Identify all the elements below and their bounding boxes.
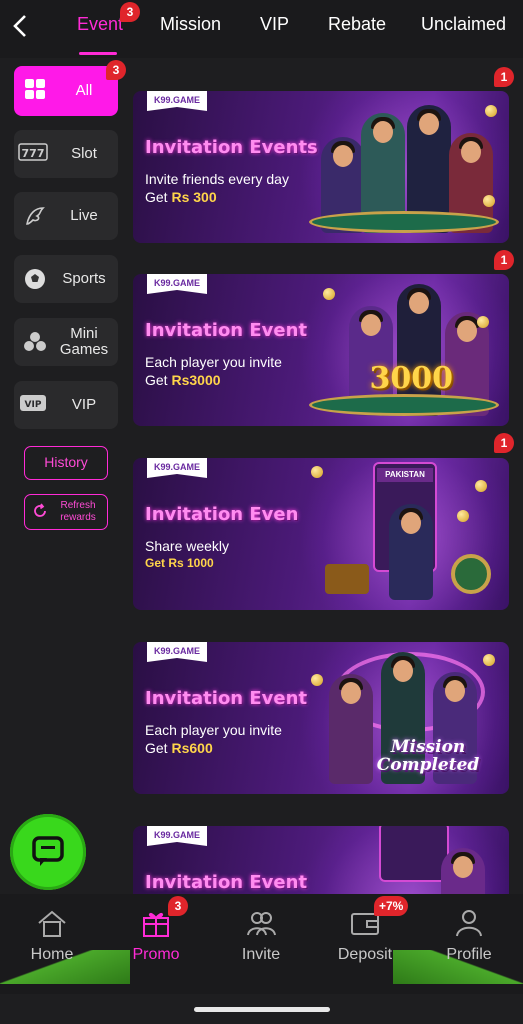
nav-label: Deposit	[337, 946, 393, 963]
tab-vip[interactable]: VIP	[260, 14, 289, 35]
nav-label: Invite	[241, 946, 281, 963]
nav-home[interactable]: Home	[2, 894, 102, 984]
banner-badge: 1	[494, 250, 514, 270]
banner-artwork: PAKISTAN	[309, 460, 499, 600]
tab-unclaimed[interactable]: Unclaimed	[421, 14, 506, 35]
nav-promo[interactable]: Promo	[106, 894, 206, 984]
promo-banner-invitation-events[interactable]: K99.GAME Invitation Events Invite friend…	[133, 91, 509, 243]
banner-art-amount: 3000	[369, 361, 454, 396]
deposit-bonus-badge: +7%	[374, 896, 409, 916]
brand-tag: K99.GAME	[147, 642, 207, 662]
chat-support-button[interactable]	[10, 814, 86, 890]
sidebar-item-mini-games[interactable]: Mini Games	[14, 318, 118, 366]
banner-title: Invitation Event	[145, 872, 308, 893]
banner-subtitle: Each player you invite	[145, 722, 282, 738]
banner-reward: Get Rs600	[145, 740, 213, 756]
nav-profile[interactable]: Profile	[419, 894, 519, 984]
banner-artwork	[309, 93, 499, 233]
banner-title: Invitation Event	[145, 320, 308, 341]
refresh-icon	[25, 502, 49, 522]
sidebar-item-all[interactable]: All	[14, 66, 118, 116]
cards-icon	[22, 330, 48, 354]
sidebar-item-slot[interactable]: 777 Slot	[14, 130, 118, 178]
vip-card-icon: VIP	[18, 393, 48, 417]
promo-banner-invitation-event-5[interactable]: K99.GAME Invitation Event	[133, 826, 509, 894]
reward-amount: Rs3000	[171, 372, 221, 388]
event-badge: 3	[120, 2, 140, 22]
sidebar-item-label: Live	[70, 207, 98, 224]
brand-tag: K99.GAME	[147, 458, 207, 478]
soccer-ball-icon	[22, 267, 48, 291]
banner-reward: Get Rs3000	[145, 372, 221, 388]
chat-bubble-icon	[32, 836, 64, 866]
slot-machine-label: PAKISTAN	[377, 468, 433, 482]
banner-title: Invitation Event	[145, 688, 308, 709]
top-tab-bar: Event 3 Mission VIP Rebate Unclaimed	[0, 0, 523, 58]
refresh-rewards-button[interactable]: Refresh rewards	[24, 494, 108, 530]
tab-event[interactable]: Event	[77, 14, 123, 35]
reward-amount: Rs600	[171, 740, 213, 756]
home-icon	[38, 910, 66, 937]
banner-reward: Get Rs 1000	[145, 556, 214, 570]
bottom-navigation: Home Promo 3 Invite Deposit +7% Profile	[0, 894, 523, 994]
promo-banner-share-weekly[interactable]: K99.GAME Invitation Even Share weekly Ge…	[133, 458, 509, 610]
banner-subtitle: Invite friends every day	[145, 171, 289, 187]
mission-completed-art: Mission Completed	[376, 737, 480, 775]
sidebar-item-label: Sports	[62, 270, 106, 287]
sidebar-item-label: VIP	[71, 396, 97, 413]
people-icon	[247, 912, 276, 936]
promo-banner-invite-600[interactable]: K99.GAME Invitation Event Each player yo…	[133, 642, 509, 794]
nav-label: Home	[30, 946, 74, 963]
svg-text:VIP: VIP	[25, 400, 42, 410]
history-button[interactable]: History	[24, 446, 108, 480]
sidebar-item-vip[interactable]: VIP VIP	[14, 381, 118, 429]
banner-title: Invitation Events	[145, 137, 318, 158]
svg-text:777: 777	[22, 147, 45, 160]
brand-tag: K99.GAME	[147, 826, 207, 846]
reward-amount: Get Rs 1000	[145, 556, 214, 570]
promo-banner-invite-3000[interactable]: K99.GAME Invitation Event Each player yo…	[133, 274, 509, 426]
promo-badge: 3	[168, 896, 188, 916]
sidebar-item-label: Mini Games	[59, 325, 109, 358]
home-indicator	[194, 1007, 330, 1012]
banner-subtitle: Each player you invite	[145, 354, 282, 370]
refresh-rewards-label: Refresh rewards	[60, 500, 96, 523]
banner-badge: 1	[494, 433, 514, 453]
sidebar-item-sports[interactable]: Sports	[14, 255, 118, 303]
all-badge: 3	[106, 60, 126, 80]
tab-mission[interactable]: Mission	[160, 14, 221, 35]
reward-amount: Rs 300	[171, 189, 217, 205]
nav-invite[interactable]: Invite	[211, 894, 311, 984]
sidebar-item-label: All	[75, 82, 93, 99]
banner-title: Invitation Even	[145, 504, 299, 525]
grid-icon	[22, 78, 48, 102]
banner-subtitle: Share weekly	[145, 538, 230, 554]
slot-machine-art	[379, 826, 449, 882]
user-icon	[456, 910, 482, 937]
sidebar-item-label: Slot	[71, 145, 97, 162]
sidebar-item-live[interactable]: Live	[14, 192, 118, 240]
active-tab-indicator	[79, 52, 117, 55]
dragon-icon	[22, 204, 48, 228]
back-arrow-icon[interactable]	[10, 12, 38, 44]
nav-label: Promo	[132, 946, 180, 963]
brand-tag: K99.GAME	[147, 274, 207, 294]
banner-badge: 1	[494, 67, 514, 87]
banner-reward: Get Rs 300	[145, 189, 217, 205]
nav-label: Profile	[446, 946, 492, 963]
promo-screen: Event 3 Mission VIP Rebate Unclaimed All…	[0, 0, 523, 1024]
brand-tag: K99.GAME	[147, 91, 207, 111]
tab-rebate[interactable]: Rebate	[328, 14, 386, 35]
slot-777-icon: 777	[18, 142, 48, 166]
